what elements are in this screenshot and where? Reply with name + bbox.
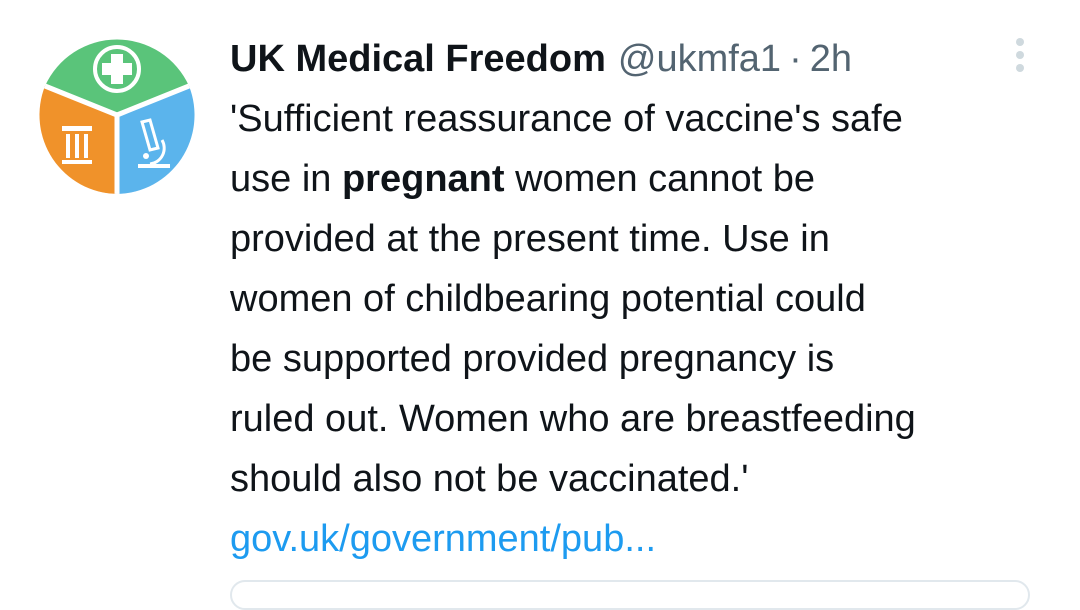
tweet-text-line: be supported provided pregnancy is bbox=[230, 338, 835, 380]
tweet-text-line: use in pregnant women cannot be bbox=[230, 149, 1045, 209]
avatar[interactable] bbox=[38, 36, 196, 194]
tweet-text-segment: use in bbox=[230, 158, 342, 200]
display-name[interactable]: UK Medical Freedom bbox=[230, 30, 606, 88]
tweet-text-line: women of childbearing potential could bbox=[230, 278, 866, 320]
tweet-text-line: ruled out. Women who are breastfeeding bbox=[230, 398, 916, 440]
user-handle[interactable]: @ukmfa1 bbox=[618, 30, 781, 88]
tweet-link[interactable]: gov.uk/government/pub... bbox=[230, 509, 1050, 569]
tweet-content: UK Medical Freedom @ukmfa1 · 2h 'Suffici… bbox=[230, 30, 1050, 569]
tweet-text-line: 'Sufficient reassurance of vaccine's saf… bbox=[230, 98, 903, 140]
tweet-text: 'Sufficient reassurance of vaccine's saf… bbox=[230, 89, 1045, 509]
timestamp[interactable]: 2h bbox=[810, 30, 852, 88]
tweet-text-line: provided at the present time. Use in bbox=[230, 218, 830, 260]
separator-dot: · bbox=[789, 38, 802, 80]
tweet[interactable]: UK Medical Freedom @ukmfa1 · 2h 'Suffici… bbox=[0, 0, 1080, 610]
link-preview-card[interactable] bbox=[230, 580, 1030, 610]
more-vertical-icon[interactable] bbox=[1010, 38, 1030, 78]
highlighted-word: pregnant bbox=[341, 158, 505, 200]
medical-freedom-logo-icon bbox=[39, 39, 195, 194]
tweet-header: UK Medical Freedom @ukmfa1 · 2h bbox=[230, 30, 1050, 88]
tweet-text-segment: women cannot be bbox=[504, 158, 816, 200]
tweet-text-line: should also not be vaccinated.' bbox=[230, 458, 749, 500]
